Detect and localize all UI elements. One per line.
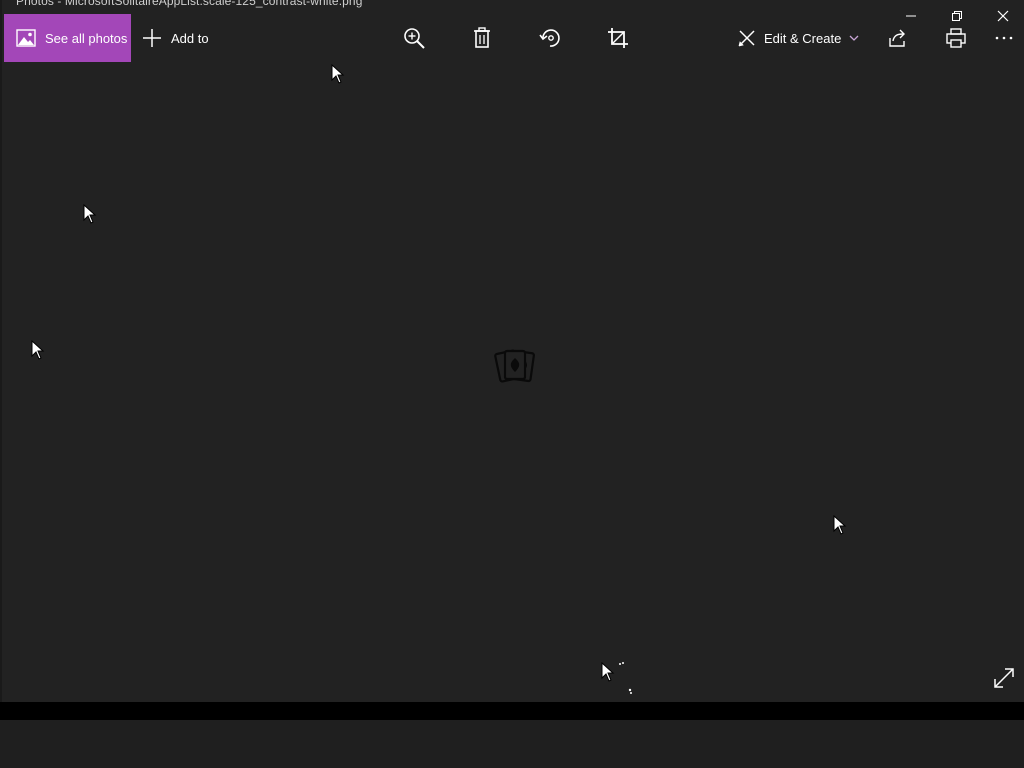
- zoom-button[interactable]: [400, 24, 428, 52]
- photos-icon: [16, 29, 36, 47]
- print-button[interactable]: [942, 24, 970, 52]
- add-to-label: Add to: [171, 30, 209, 46]
- share-button[interactable]: [884, 24, 912, 52]
- bottom-empty-area: [0, 720, 1024, 768]
- crop-icon: [608, 28, 628, 48]
- photos-window: Photos - MicrosoftSolitaireAppList.scale…: [0, 0, 1024, 702]
- restore-icon: [952, 11, 962, 21]
- see-all-photos-button[interactable]: See all photos: [4, 14, 131, 62]
- mouse-cursor-icon: [601, 662, 615, 682]
- solitaire-cards-image: [494, 346, 538, 386]
- delete-button[interactable]: [468, 24, 496, 52]
- edit-create-button[interactable]: Edit & Create: [738, 26, 859, 50]
- window-title: Photos - MicrosoftSolitaireAppList.scale…: [16, 0, 363, 8]
- bottom-divider-bar: [0, 702, 1024, 720]
- rotate-button[interactable]: [536, 24, 564, 52]
- busy-spinner-icon: [619, 662, 632, 694]
- crop-button[interactable]: [604, 24, 632, 52]
- rotate-icon: [539, 29, 560, 47]
- edit-pen-icon: [738, 30, 755, 47]
- minimize-icon: [906, 15, 916, 17]
- edit-create-label: Edit & Create: [764, 30, 842, 46]
- zoom-in-icon: [404, 28, 425, 49]
- share-icon: [889, 29, 905, 47]
- mouse-cursor-icon: [31, 340, 45, 360]
- delete-icon: [474, 27, 490, 48]
- add-to-button[interactable]: Add to: [142, 26, 209, 50]
- mouse-cursor-icon: [833, 515, 847, 535]
- print-icon: [946, 28, 966, 48]
- mouse-cursor-icon: [331, 64, 345, 84]
- chevron-down-icon: [849, 35, 859, 41]
- more-button[interactable]: [990, 24, 1018, 52]
- full-screen-button[interactable]: [992, 666, 1016, 690]
- solitaire-cards-icon: [494, 349, 535, 383]
- plus-icon: [143, 29, 161, 47]
- see-all-photos-label: See all photos: [45, 30, 128, 46]
- close-icon: [997, 10, 1009, 22]
- more-icon: [995, 36, 1013, 40]
- mouse-cursor-icon: [83, 204, 97, 224]
- expand-icon: [994, 668, 1014, 688]
